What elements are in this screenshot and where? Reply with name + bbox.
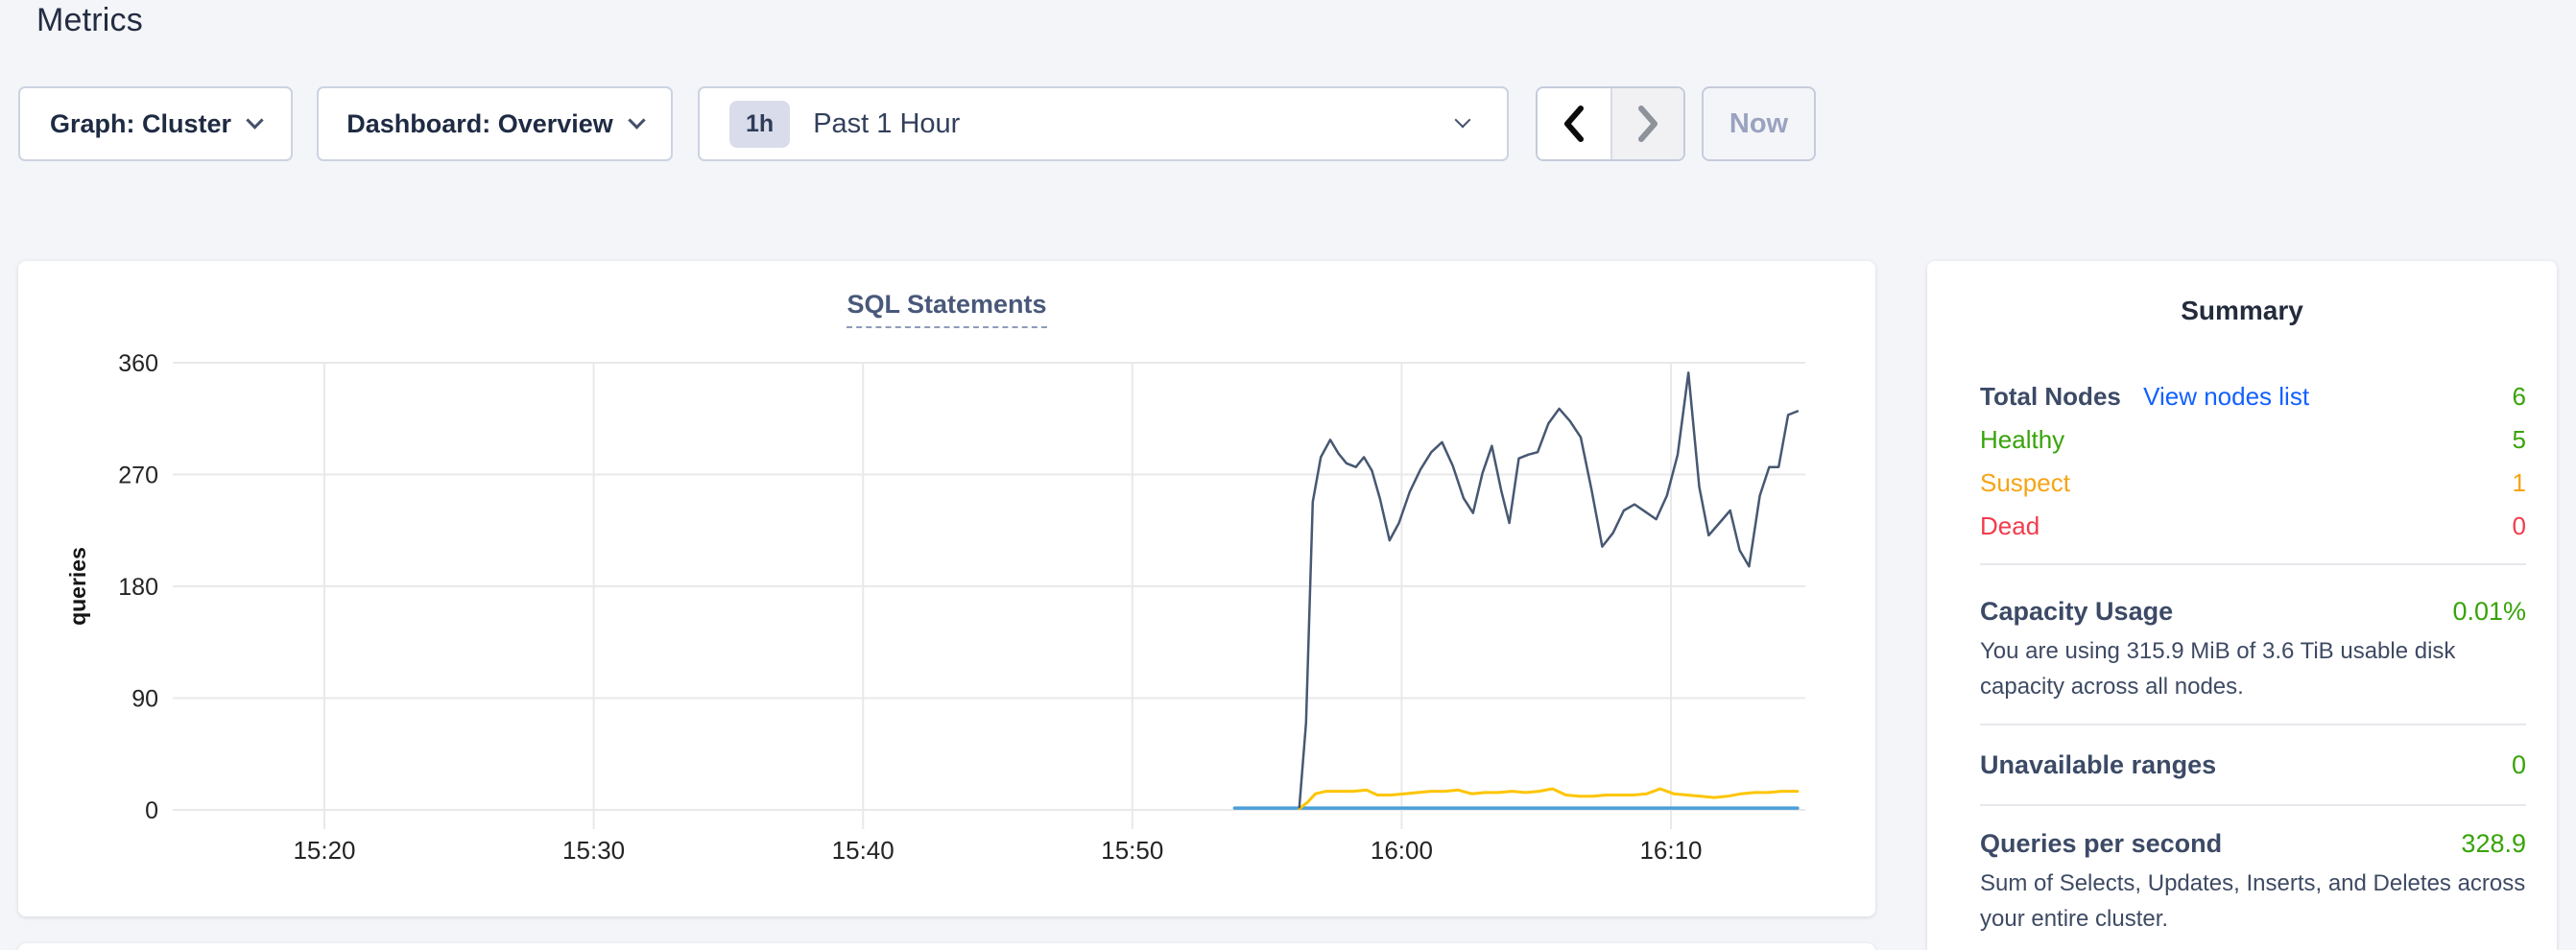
svg-text:270: 270 <box>118 463 158 489</box>
sql-statements-chart: 0 90 180 270 360 15:20 15:30 15:40 15:50 16:00 16:… <box>18 261 1875 916</box>
chevron-down-icon <box>628 111 645 129</box>
capacity-usage-description: You are using 315.9 MiB of 3.6 TiB usabl… <box>1980 633 2526 704</box>
suspect-label: Suspect <box>1980 468 2070 498</box>
page-title: Metrics <box>36 2 143 39</box>
time-range-badge: 1h <box>729 101 790 148</box>
chevron-down-icon <box>246 111 263 129</box>
dashboard-dropdown-label: Dashboard: Overview <box>346 109 613 139</box>
now-button[interactable]: Now <box>1702 86 1816 161</box>
time-range-selector[interactable]: 1h Past 1 Hour <box>698 86 1509 161</box>
chevron-right-icon <box>1632 102 1664 146</box>
svg-text:15:40: 15:40 <box>832 836 894 865</box>
graph-dropdown[interactable]: Graph: Cluster <box>18 86 293 161</box>
dead-nodes-row: Dead 0 <box>1980 511 2526 555</box>
svg-text:90: 90 <box>131 686 158 713</box>
queries-per-second-description: Sum of Selects, Updates, Inserts, and De… <box>1980 866 2526 937</box>
svg-text:180: 180 <box>118 574 158 601</box>
queries-per-second-label: Queries per second <box>1980 829 2222 859</box>
summary-body: Total Nodes View nodes list 6 Healthy 5 … <box>1927 382 2557 937</box>
unavailable-ranges-value: 0 <box>2512 750 2526 780</box>
capacity-usage-value: 0.01% <box>2452 597 2526 627</box>
total-nodes-row: Total Nodes View nodes list 6 <box>1980 382 2526 425</box>
dead-value: 0 <box>2513 511 2526 541</box>
svg-text:15:50: 15:50 <box>1101 836 1163 865</box>
graph-dropdown-label: Graph: Cluster <box>50 109 231 139</box>
svg-text:queries: queries <box>65 547 90 626</box>
total-nodes-value: 6 <box>2513 382 2526 412</box>
suspect-value: 1 <box>2513 468 2526 498</box>
svg-text:15:30: 15:30 <box>562 836 625 865</box>
suspect-nodes-row: Suspect 1 <box>1980 468 2526 511</box>
metrics-page: Metrics Graph: Cluster Dashboard: Overvi… <box>0 0 2576 950</box>
dead-label: Dead <box>1980 511 2039 541</box>
svg-text:16:00: 16:00 <box>1371 836 1433 865</box>
dashboard-dropdown[interactable]: Dashboard: Overview <box>317 86 673 161</box>
capacity-usage-row: Capacity Usage 0.01% <box>1980 597 2526 627</box>
view-nodes-list-link[interactable]: View nodes list <box>2143 382 2309 411</box>
divider <box>1980 804 2526 806</box>
unavailable-ranges-label: Unavailable ranges <box>1980 750 2216 780</box>
total-nodes-label: Total Nodes <box>1980 382 2121 411</box>
capacity-usage-label: Capacity Usage <box>1980 597 2173 627</box>
healthy-value: 5 <box>2513 425 2526 455</box>
svg-text:0: 0 <box>145 797 158 824</box>
queries-per-second-row: Queries per second 328.9 <box>1980 829 2526 859</box>
svg-text:360: 360 <box>118 350 158 377</box>
previous-time-button[interactable] <box>1538 88 1610 159</box>
svg-text:16:10: 16:10 <box>1639 836 1702 865</box>
unavailable-ranges-row: Unavailable ranges 0 <box>1980 750 2526 780</box>
summary-panel: Summary Total Nodes View nodes list 6 He… <box>1927 261 2557 950</box>
divider <box>1980 563 2526 565</box>
time-range-label: Past 1 Hour <box>813 108 960 140</box>
healthy-label: Healthy <box>1980 425 2064 455</box>
next-time-button[interactable] <box>1610 88 1683 159</box>
healthy-nodes-row: Healthy 5 <box>1980 425 2526 468</box>
chevron-left-icon <box>1558 102 1590 146</box>
time-step-buttons <box>1536 86 1685 161</box>
svg-text:15:20: 15:20 <box>293 836 355 865</box>
queries-per-second-value: 328.9 <box>2461 829 2526 859</box>
summary-title: Summary <box>1927 261 2557 326</box>
next-chart-panel <box>18 943 1875 950</box>
divider <box>1980 724 2526 725</box>
sql-statements-panel: SQL Statements 09018027036015:2015:3015:… <box>18 261 1875 916</box>
chevron-down-icon <box>1455 112 1471 129</box>
